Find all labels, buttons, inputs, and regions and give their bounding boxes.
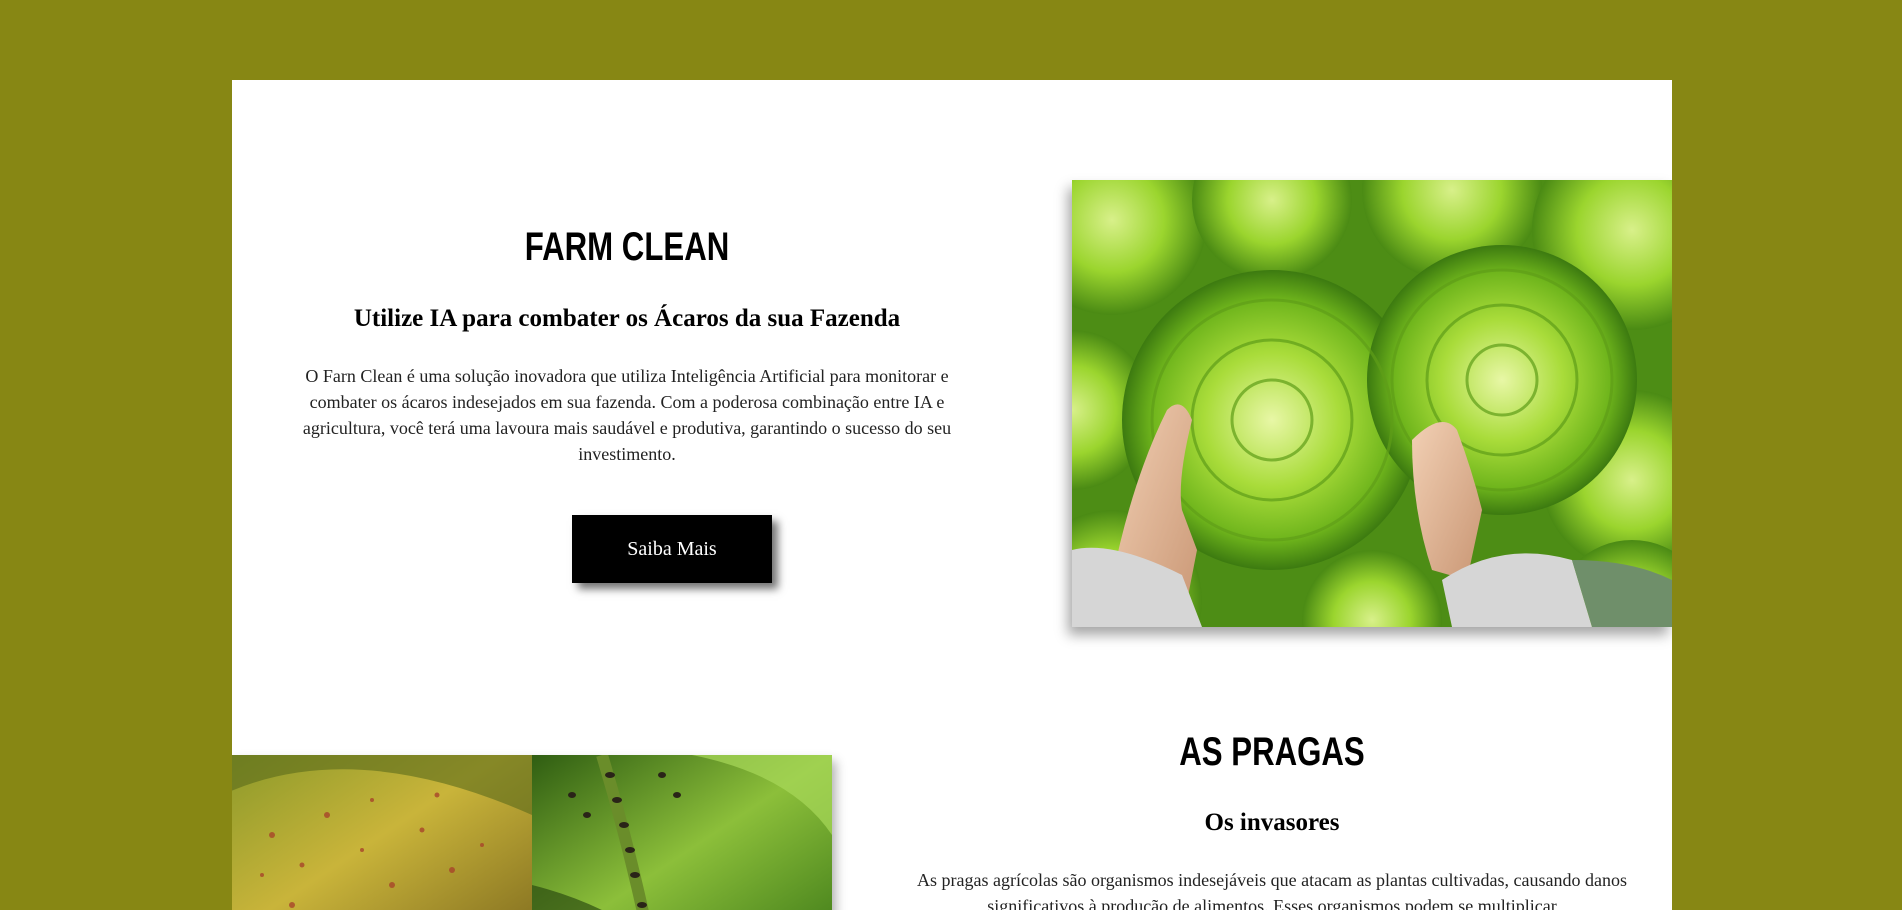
pest-images: [232, 755, 832, 910]
content-card: FARM CLEAN Utilize IA para combater os Á…: [232, 80, 1672, 910]
hero-title: FARM CLEAN: [524, 225, 730, 269]
pests-description: As pragas agrícolas são organismos indes…: [917, 870, 1627, 910]
hero-description: O Farn Clean é uma solução inovadora que…: [302, 366, 952, 464]
lettuce-hero-image: [1072, 180, 1672, 627]
pests-title: AS PRAGAS: [1179, 730, 1365, 774]
hero-subtitle: Utilize IA para combater os Ácaros da su…: [353, 305, 901, 332]
pests-subtitle: Os invasores: [1204, 809, 1340, 836]
saiba-mais-button[interactable]: Saiba Mais: [572, 515, 772, 583]
